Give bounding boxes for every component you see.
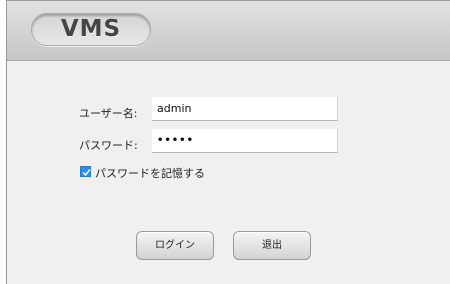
remember-password-checkbox[interactable] bbox=[80, 166, 91, 177]
header-bar: VMS bbox=[7, 1, 450, 61]
checkmark-icon bbox=[82, 169, 91, 177]
password-label: パスワード: bbox=[79, 139, 138, 152]
password-field[interactable]: ••••• bbox=[152, 129, 338, 153]
exit-button[interactable]: 退出 bbox=[233, 231, 311, 260]
username-label: ユーザー名: bbox=[79, 107, 138, 120]
login-button[interactable]: ログイン bbox=[136, 231, 214, 260]
remember-password-label[interactable]: パスワードを記憶する bbox=[95, 165, 205, 181]
logo-text: VMS bbox=[60, 16, 122, 42]
username-field[interactable]: admin bbox=[152, 97, 338, 121]
vms-logo: VMS bbox=[31, 13, 151, 46]
login-window: VMS ユーザー名: admin パスワード: ••••• パスワードを記憶する… bbox=[6, 0, 450, 284]
